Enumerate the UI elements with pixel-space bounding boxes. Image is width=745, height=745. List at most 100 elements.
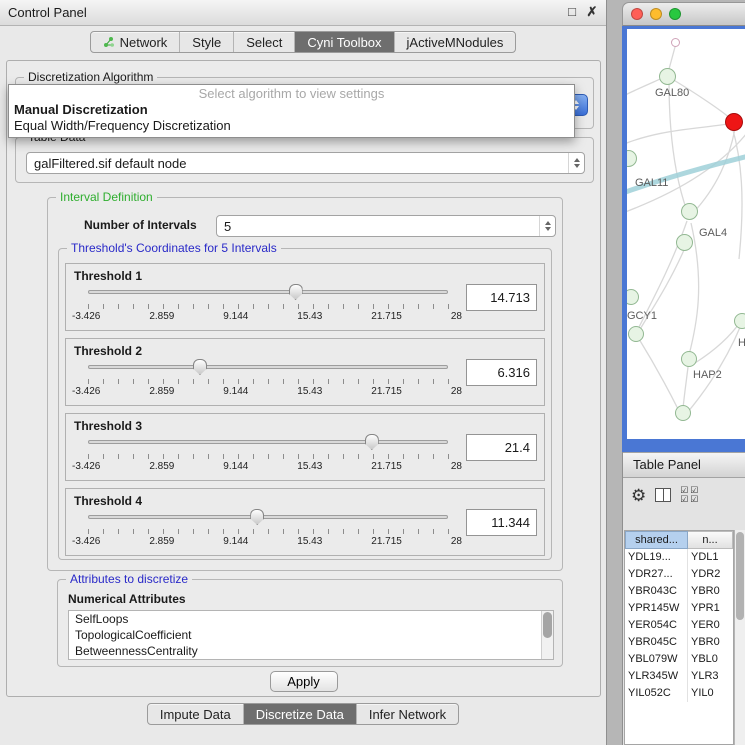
num-intervals-combo[interactable]: 5 bbox=[216, 215, 556, 237]
table-scrollbar[interactable] bbox=[734, 530, 745, 745]
cell[interactable]: YDL19... bbox=[625, 549, 688, 566]
tab-discretize-data[interactable]: Discretize Data bbox=[244, 704, 357, 724]
table-row[interactable]: YBR045CYBR0 bbox=[625, 634, 733, 651]
table-row[interactable]: YPR145WYPR1 bbox=[625, 600, 733, 617]
cell[interactable]: YBL0 bbox=[688, 651, 733, 668]
cell[interactable]: YDR2 bbox=[688, 566, 733, 583]
scale-label: 2.859 bbox=[149, 536, 174, 547]
threshold-1-slider-thumb[interactable] bbox=[289, 284, 303, 300]
slider-scale: -3.426 2.859 9.144 15.43 21.715 28 bbox=[72, 386, 462, 397]
network-node-selected[interactable] bbox=[725, 113, 743, 131]
cell[interactable]: YER0 bbox=[688, 617, 733, 634]
network-node[interactable] bbox=[659, 68, 676, 85]
tab-jactivemnodules[interactable]: jActiveMNodules bbox=[395, 32, 516, 52]
tab-infer-network[interactable]: Infer Network bbox=[357, 704, 458, 724]
combo-stepper-icon[interactable] bbox=[568, 153, 584, 173]
scale-label: 28 bbox=[451, 311, 462, 322]
cell[interactable]: YIL052C bbox=[625, 685, 688, 702]
list-item[interactable]: SelfLoops bbox=[69, 611, 553, 627]
network-node[interactable] bbox=[676, 234, 693, 251]
threshold-1-value-field[interactable]: 14.713 bbox=[466, 284, 537, 311]
control-panel-titlebar: Control Panel □ ✗ bbox=[0, 0, 606, 26]
num-intervals-label: Number of Intervals bbox=[84, 218, 197, 232]
table-row[interactable]: YLR345WYLR3 bbox=[625, 668, 733, 685]
threshold-4-value-field[interactable]: 11.344 bbox=[466, 509, 537, 536]
scale-label: 9.144 bbox=[223, 386, 248, 397]
table-row[interactable]: YDR27...YDR2 bbox=[625, 566, 733, 583]
numerical-attributes-list[interactable]: SelfLoops TopologicalCoefficient Between… bbox=[68, 610, 554, 660]
cell[interactable]: YER054C bbox=[625, 617, 688, 634]
threshold-3-value-field[interactable]: 21.4 bbox=[466, 434, 537, 461]
slider-scale: -3.426 2.859 9.144 15.43 21.715 28 bbox=[72, 311, 462, 322]
table-row[interactable]: YBL079WYBL0 bbox=[625, 651, 733, 668]
cell[interactable]: YDL1 bbox=[688, 549, 733, 566]
cell[interactable]: YLR345W bbox=[625, 668, 688, 685]
tab-cyni-toolbox[interactable]: Cyni Toolbox bbox=[295, 32, 394, 52]
scale-label: 9.144 bbox=[223, 461, 248, 472]
table-row[interactable]: YBR043CYBR0 bbox=[625, 583, 733, 600]
zoom-traffic-light-icon[interactable] bbox=[669, 8, 681, 20]
scale-label: 15.43 bbox=[297, 461, 322, 472]
cell[interactable]: YBR043C bbox=[625, 583, 688, 600]
node-label: GAL4 bbox=[699, 227, 727, 239]
popup-header: Select algorithm to view settings bbox=[9, 85, 574, 102]
apply-button[interactable]: Apply bbox=[270, 671, 338, 692]
tab-style[interactable]: Style bbox=[180, 32, 234, 52]
tab-impute-data[interactable]: Impute Data bbox=[148, 704, 244, 724]
cell[interactable]: YDR27... bbox=[625, 566, 688, 583]
cell[interactable]: YBL079W bbox=[625, 651, 688, 668]
node-label: H bbox=[738, 337, 745, 349]
network-node[interactable] bbox=[681, 203, 698, 220]
threshold-3-slider[interactable] bbox=[88, 440, 448, 444]
threshold-1-slider[interactable] bbox=[88, 290, 448, 294]
network-node[interactable] bbox=[671, 38, 680, 47]
tab-label: jActiveMNodules bbox=[407, 35, 504, 50]
threshold-4-slider[interactable] bbox=[88, 515, 448, 519]
threshold-2-box: Threshold 2 -3.426 2.859 9.144 15.43 21.… bbox=[65, 338, 545, 406]
column-header-shared-name[interactable]: shared... bbox=[625, 531, 688, 549]
threshold-4-slider-thumb[interactable] bbox=[250, 509, 264, 525]
list-item[interactable]: TopologicalCoefficient bbox=[69, 627, 553, 643]
cell[interactable]: YBR0 bbox=[688, 634, 733, 651]
table-row[interactable]: YER054CYER0 bbox=[625, 617, 733, 634]
network-canvas[interactable]: GAL80 GAL11 GAL4 GCY1 HAP2 H bbox=[627, 29, 745, 439]
threshold-2-slider[interactable] bbox=[88, 365, 448, 369]
cell[interactable]: YLR3 bbox=[688, 668, 733, 685]
threshold-2-slider-thumb[interactable] bbox=[193, 359, 207, 375]
list-item[interactable]: BetweennessCentrality bbox=[69, 643, 553, 659]
popup-item-equal-width-frequency[interactable]: Equal Width/Frequency Discretization bbox=[9, 118, 574, 134]
threshold-3-box: Threshold 3 -3.426 2.859 9.144 15.43 21.… bbox=[65, 413, 545, 481]
network-node[interactable] bbox=[628, 326, 644, 342]
threshold-3-slider-thumb[interactable] bbox=[365, 434, 379, 450]
network-node[interactable] bbox=[681, 351, 697, 367]
popup-item-manual-discretization[interactable]: Manual Discretization bbox=[9, 102, 574, 118]
column-selector-icon[interactable] bbox=[655, 488, 671, 502]
network-node[interactable] bbox=[675, 405, 691, 421]
num-intervals-value: 5 bbox=[217, 219, 539, 234]
table-panel-toolbar: ⚙ ☑ ☑ ☑ ☑ bbox=[631, 486, 700, 504]
scrollbar-thumb[interactable] bbox=[543, 612, 552, 638]
cell[interactable]: YBR045C bbox=[625, 634, 688, 651]
tab-select[interactable]: Select bbox=[234, 32, 295, 52]
close-window-icon[interactable]: ✗ bbox=[584, 4, 600, 20]
table-row[interactable]: YDL19...YDL1 bbox=[625, 549, 733, 566]
cell[interactable]: YPR145W bbox=[625, 600, 688, 617]
column-header-name[interactable]: n... bbox=[688, 531, 733, 549]
tab-network[interactable]: Network bbox=[91, 32, 181, 52]
scrollbar-thumb[interactable] bbox=[736, 532, 744, 620]
table-row[interactable]: YIL052CYIL0 bbox=[625, 685, 733, 702]
checkbox-grid-icon[interactable]: ☑ ☑ ☑ ☑ bbox=[680, 486, 700, 504]
cell[interactable]: YPR1 bbox=[688, 600, 733, 617]
settings-gear-icon[interactable]: ⚙ bbox=[631, 487, 646, 504]
minimize-traffic-light-icon[interactable] bbox=[650, 8, 662, 20]
cell[interactable]: YBR0 bbox=[688, 583, 733, 600]
list-scrollbar[interactable] bbox=[541, 611, 553, 659]
close-traffic-light-icon[interactable] bbox=[631, 8, 643, 20]
table-data-combo[interactable]: galFiltered.sif default node bbox=[26, 152, 585, 174]
float-window-icon[interactable]: □ bbox=[564, 4, 580, 19]
combo-stepper-icon[interactable] bbox=[539, 216, 555, 236]
interval-definition-group: Interval Definition Number of Intervals … bbox=[47, 197, 563, 571]
cell[interactable]: YIL0 bbox=[688, 685, 733, 702]
threshold-2-value-field[interactable]: 6.316 bbox=[466, 359, 537, 386]
network-node[interactable] bbox=[734, 313, 745, 329]
